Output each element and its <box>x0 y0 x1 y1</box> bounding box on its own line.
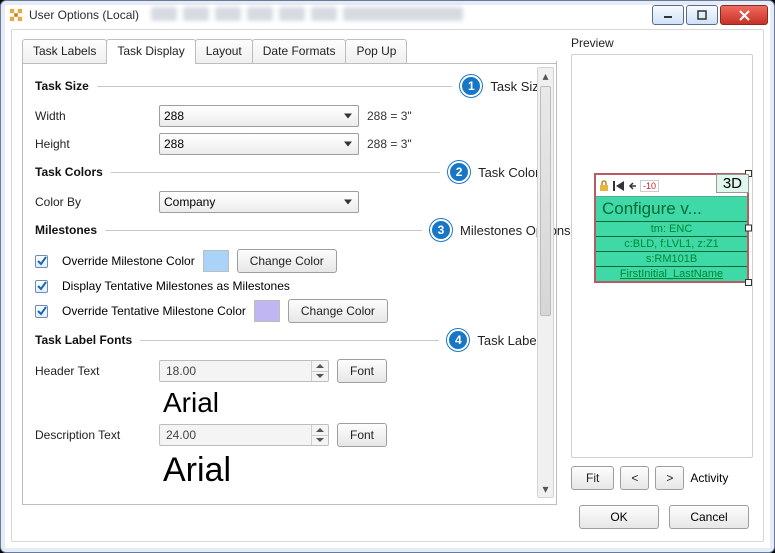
tab-content: ▴ ▾ Task Size 1 Task Size Width 288 <box>22 61 557 505</box>
window-chrome: User Options (Local) Task Labels Task Di… <box>0 0 775 553</box>
room3d-badge: 3D <box>716 174 749 193</box>
tab-layout[interactable]: Layout <box>195 39 253 63</box>
annotation-badge-2: 2 <box>448 161 470 183</box>
section-milestones: Milestones <box>35 223 97 237</box>
colorby-label: Color By <box>35 195 151 209</box>
header-font-button[interactable]: Font <box>337 359 387 383</box>
header-font-sample: Arial <box>163 387 546 419</box>
scroll-thumb[interactable] <box>540 86 551 316</box>
section-task-size: Task Size <box>35 79 89 93</box>
change-color-button-1[interactable]: Change Color <box>237 249 337 273</box>
tab-pop-up[interactable]: Pop Up <box>345 39 407 63</box>
offset-badge: -10 <box>640 180 659 192</box>
annotation-badge-4: 4 <box>447 329 469 351</box>
colorby-combo[interactable]: Company <box>159 191 359 213</box>
scroll-down-icon[interactable]: ▾ <box>538 481 553 497</box>
preview-task-card[interactable]: -10 20 3D Configure v... tm: ENC c:BLD, … <box>594 173 749 283</box>
annotation-label-4: Task Labels <box>477 333 546 348</box>
next-button[interactable]: > <box>655 466 684 490</box>
lock-icon <box>598 180 610 192</box>
override-milestone-color-label: Override Milestone Color <box>62 254 195 268</box>
fit-button[interactable]: Fit <box>571 466 614 490</box>
maximize-button[interactable] <box>686 5 718 25</box>
annotation-badge-3: 3 <box>430 219 452 241</box>
display-tentative-label: Display Tentative Milestones as Mileston… <box>62 279 290 293</box>
app-icon <box>9 8 23 22</box>
tab-date-formats[interactable]: Date Formats <box>252 39 347 63</box>
description-text-spinner[interactable]: 24.00 <box>159 424 329 446</box>
description-font-sample: Arial <box>163 451 546 490</box>
section-task-label-fonts: Task Label Fonts <box>35 333 132 347</box>
preview-area: -10 20 3D Configure v... tm: ENC c:BLD, … <box>571 54 753 458</box>
override-tentative-color-checkbox[interactable] <box>35 305 48 318</box>
width-hint: 288 = 3" <box>367 109 412 123</box>
prev-button[interactable]: < <box>620 466 649 490</box>
header-text-label: Header Text <box>35 364 151 378</box>
resize-handle-mr[interactable] <box>745 225 752 232</box>
card-line-2: c:BLD, f:LVL1, z:Z1 <box>596 236 747 251</box>
ok-button[interactable]: OK <box>579 505 659 529</box>
card-line-4: FirstInitial_LastName <box>596 266 747 281</box>
display-tentative-checkbox[interactable] <box>35 280 48 293</box>
window-title: User Options (Local) <box>29 8 139 22</box>
skip-back-icon <box>612 180 626 192</box>
card-title: Configure v... <box>596 197 747 221</box>
card-line-1: tm: ENC <box>596 221 747 236</box>
annotation-label-2: Task Colors <box>478 165 546 180</box>
scroll-up-icon[interactable]: ▴ <box>538 68 553 84</box>
annotation-label-3: Milestones Options <box>460 224 546 237</box>
preview-label: Preview <box>571 36 753 50</box>
override-tentative-color-label: Override Tentative Milestone Color <box>62 304 246 318</box>
override-milestone-color-checkbox[interactable] <box>35 255 48 268</box>
cancel-button[interactable]: Cancel <box>669 505 749 529</box>
tab-task-display[interactable]: Task Display <box>106 39 195 63</box>
height-combo[interactable]: 288 <box>159 133 359 155</box>
section-task-colors: Task Colors <box>35 165 103 179</box>
resize-handle-br[interactable] <box>745 279 752 286</box>
width-label: Width <box>35 109 151 123</box>
height-label: Height <box>35 137 151 151</box>
milestone-color-swatch <box>203 250 229 272</box>
width-combo[interactable]: 288 <box>159 105 359 127</box>
tentative-color-swatch <box>254 300 280 322</box>
tab-task-labels[interactable]: Task Labels <box>22 39 107 63</box>
height-hint: 288 = 3" <box>367 137 412 151</box>
header-text-spinner[interactable]: 18.00 <box>159 360 329 382</box>
card-line-3: s:RM101B <box>596 251 747 266</box>
description-font-button[interactable]: Font <box>337 423 387 447</box>
activity-label: Activity <box>690 471 728 485</box>
change-color-button-2[interactable]: Change Color <box>288 299 388 323</box>
description-text-label: Description Text <box>35 428 151 442</box>
annotation-badge-1: 1 <box>460 75 482 97</box>
arrow-left-icon <box>628 180 638 192</box>
scrollbar[interactable]: ▴ ▾ <box>537 67 554 498</box>
close-button[interactable] <box>720 5 768 25</box>
